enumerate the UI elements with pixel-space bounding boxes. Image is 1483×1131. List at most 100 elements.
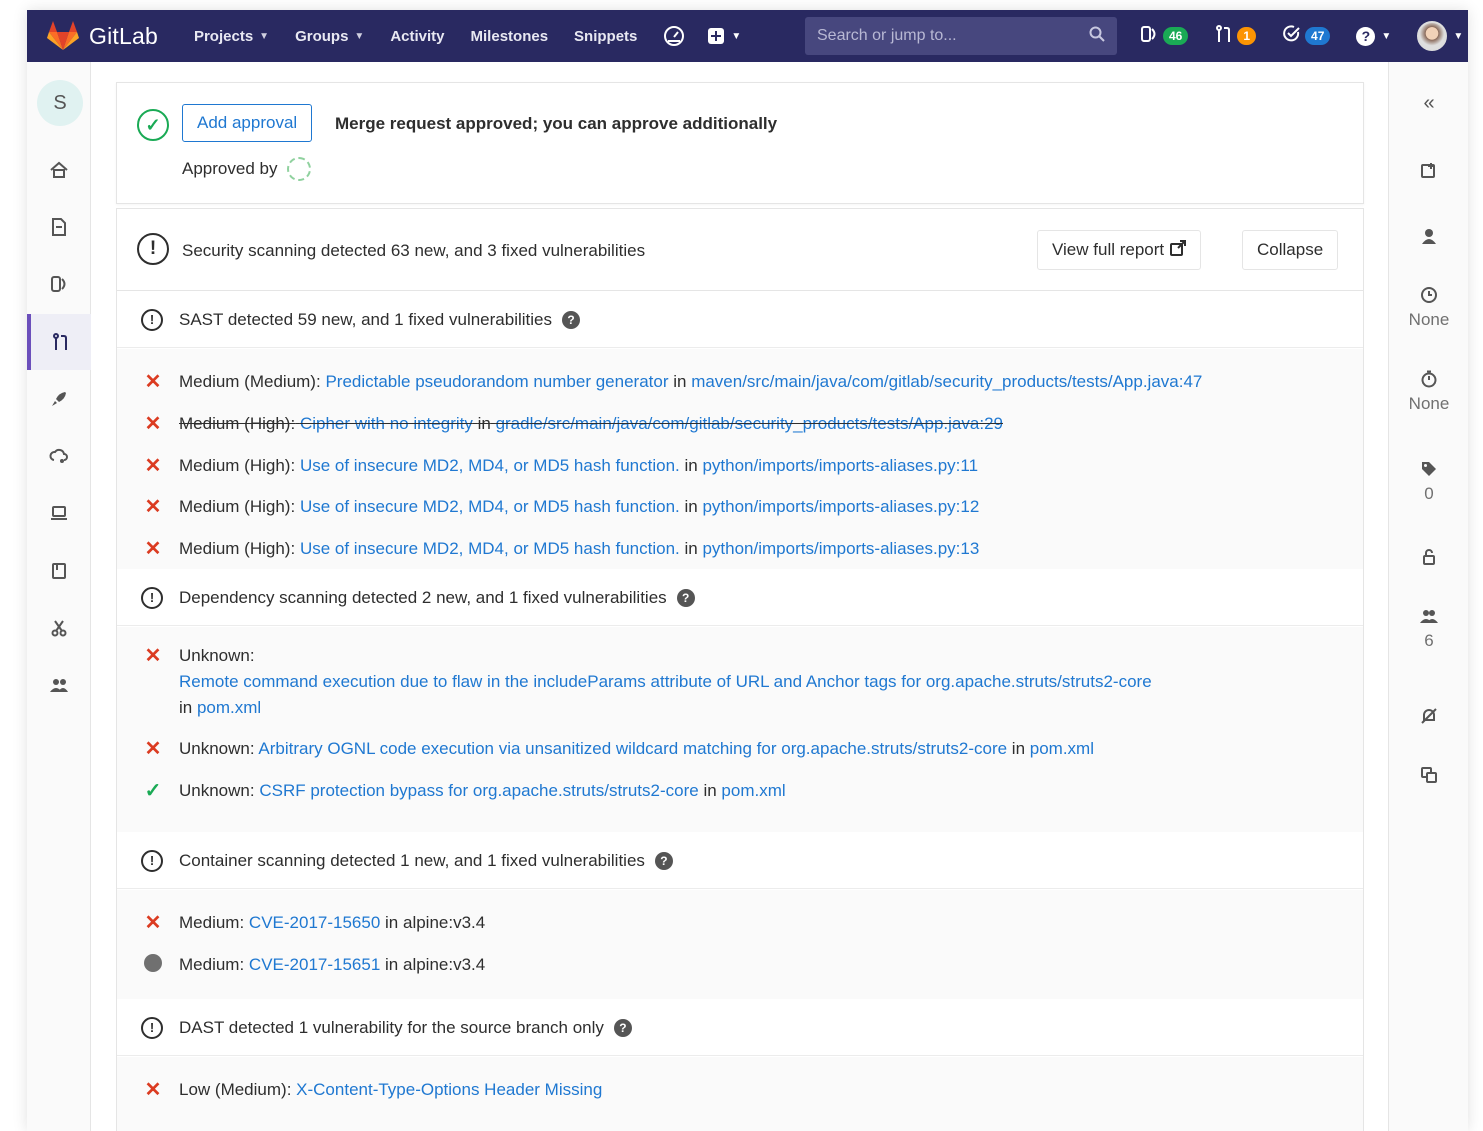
failed-x-icon: ✕ [144,912,162,934]
search-icon[interactable] [1089,26,1105,47]
cve-link[interactable]: CVE-2017-15650 [249,913,380,932]
todo-add-icon[interactable] [1389,162,1468,180]
cve-link[interactable]: CVE-2017-15651 [249,955,380,974]
nav-links: Projects ▼ Groups ▼ Activity Milestones Sn… [194,25,763,47]
nav-groups[interactable]: Groups ▼ [295,28,364,45]
sidebar-item-issues[interactable] [27,256,91,312]
sidebar-item-wiki[interactable] [27,543,91,599]
severity-label: Unknown: [179,646,255,665]
issues-counter[interactable]: 46 [1140,24,1189,49]
copy-reference-icon[interactable] [1389,766,1468,784]
help-menu[interactable]: ? ▼ [1356,26,1392,46]
vulnerability-link[interactable]: Remote command execution due to flaw in … [179,672,1152,691]
lock-icon[interactable] [1389,548,1468,566]
user-menu[interactable]: ▼ [1417,21,1463,51]
gitlab-tanuki-icon [47,21,79,50]
clock-icon [1421,287,1437,303]
sast-issue-list: ✕ Medium (Medium): Predictable pseudoran… [117,349,1363,569]
nav-snippets[interactable]: Snippets [574,28,637,45]
nav-milestones[interactable]: Milestones [471,28,549,45]
sidebar-item-merge-requests[interactable] [27,314,91,370]
warning-icon: ! [141,849,163,872]
milestone-block[interactable]: None [1389,286,1468,330]
approved-check-icon: ✓ [137,109,169,141]
participants-block[interactable]: 6 [1389,607,1468,651]
todos-count-badge: 47 [1305,27,1331,45]
help-question-icon[interactable]: ? [613,1018,632,1037]
security-summary-header: ! Security scanning detected 63 new, and… [117,209,1363,291]
labels-count: 0 [1424,484,1434,503]
file-path-link[interactable]: pom.xml [1030,739,1094,758]
sidebar-item-snippets[interactable] [27,600,91,656]
cloud-gear-icon [49,448,68,463]
document-icon [52,218,66,236]
todos-counter[interactable]: 47 [1282,24,1331,49]
vulnerability-link[interactable]: Use of insecure MD2, MD4, or MD5 hash fu… [300,497,680,516]
container-summary: Container scanning detected 1 new, and 1… [179,850,645,870]
vulnerability-link[interactable]: Cipher with no integrity [300,414,473,433]
in-label: in [684,456,698,475]
file-path-link[interactable]: python/imports/imports-aliases.py:11 [702,456,978,475]
vulnerability-link[interactable]: Arbitrary OGNL code execution via unsani… [258,739,1007,758]
new-item-plus-icon[interactable]: ▼ [707,27,741,45]
scissors-icon [51,620,67,637]
notifications-off-icon[interactable] [1389,707,1468,725]
laptop-icon [51,506,67,520]
nav-activity[interactable]: Activity [390,28,444,45]
sidebar-item-ci-cd[interactable] [27,371,91,427]
project-avatar[interactable]: S [37,80,83,126]
sidebar-item-repository[interactable] [27,199,91,255]
help-question-icon[interactable]: ? [676,588,695,607]
vulnerability-link[interactable]: CSRF protection bypass for org.apache.st… [259,781,698,800]
time-tracking-block[interactable]: None [1389,370,1468,414]
add-approval-button[interactable]: Add approval [182,104,313,142]
tags-icon [1422,462,1436,476]
user-avatar [1417,21,1448,51]
nav-milestones-label: Milestones [470,27,549,45]
dependency-summary: Dependency scanning detected 2 new, and … [179,587,667,607]
nav-activity-label: Activity [390,27,445,45]
dashboard-gauge-icon[interactable] [663,25,685,47]
vulnerability-link[interactable]: Use of insecure MD2, MD4, or MD5 hash fu… [300,456,680,475]
assignee-user-icon[interactable] [1389,227,1468,245]
collapse-sidebar-icon[interactable]: « [1389,92,1468,115]
search-box[interactable] [805,17,1117,55]
vulnerability-link[interactable]: X-Content-Type-Options Header Missing [296,1080,602,1099]
file-path-link[interactable]: pom.xml [721,781,785,800]
merge-requests-counter[interactable]: 1 [1214,24,1257,49]
help-question-icon[interactable]: ? [654,851,673,870]
file-path-link[interactable]: python/imports/imports-aliases.py:12 [702,497,979,516]
dast-summary: DAST detected 1 vulnerability for the so… [179,1017,604,1037]
in-label: in [477,414,491,433]
sidebar-item-overview[interactable] [27,142,91,198]
container-header: ! Container scanning detected 1 new, and… [117,833,1363,889]
chevron-down-icon: ▼ [354,30,365,42]
file-path-link[interactable]: gradle/src/main/java/com/gitlab/security… [496,414,1003,433]
failed-x-icon: ✕ [144,371,162,393]
search-input[interactable] [817,27,1077,45]
sidebar-item-members[interactable] [27,657,91,713]
neutral-dot-icon [143,952,163,978]
view-full-report-button[interactable]: View full report [1037,230,1202,270]
chevron-down-icon: ▼ [1381,30,1392,42]
stopwatch-icon [1421,370,1437,388]
sidebar-item-environments[interactable] [27,485,91,541]
in-label: in [673,372,687,391]
severity-label: Medium (High): [179,497,296,516]
severity-label: Medium (High): [179,414,296,433]
approver-avatar[interactable] [287,157,312,181]
help-question-icon[interactable]: ? [561,310,580,329]
nav-projects[interactable]: Projects ▼ [194,28,269,45]
sidebar-item-operations[interactable] [27,428,91,484]
vulnerability-link[interactable]: Use of insecure MD2, MD4, or MD5 hash fu… [300,539,680,558]
vulnerability-link[interactable]: Predictable pseudorandom number generato… [325,372,668,391]
gitlab-logo[interactable]: GitLab [47,21,158,51]
file-path-link[interactable]: python/imports/imports-aliases.py:13 [702,539,979,558]
in-label: in [703,781,717,800]
collapse-button[interactable]: Collapse [1242,230,1339,270]
labels-block[interactable]: 0 [1389,460,1468,504]
warning-icon: ! [141,308,163,331]
file-path-link[interactable]: maven/src/main/java/com/gitlab/security_… [691,372,1202,391]
file-path-link[interactable]: pom.xml [197,698,261,717]
severity-label: Low (Medium): [179,1080,292,1099]
